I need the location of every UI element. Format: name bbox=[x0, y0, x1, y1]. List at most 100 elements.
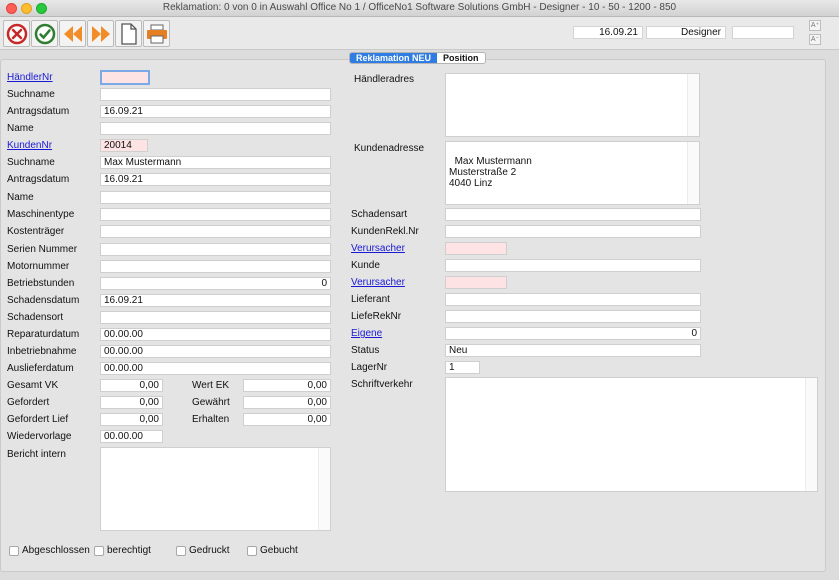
berechtigt-checkbox[interactable] bbox=[94, 546, 104, 556]
schadensart-label: Schadensart bbox=[351, 209, 408, 220]
schriftverkehr-scrollbar[interactable] bbox=[805, 378, 817, 491]
kundenadresse-scrollbar[interactable] bbox=[687, 142, 699, 204]
schadensdatum-input[interactable]: 16.09.21 bbox=[100, 294, 331, 307]
schadensdatum-label: Schadensdatum bbox=[7, 295, 80, 306]
haendleradresse-label: Händleradres bbox=[354, 74, 415, 85]
lieferant-label: Lieferant bbox=[351, 294, 390, 305]
kundenadresse-textarea[interactable]: Max Mustermann Musterstraße 2 4040 Linz bbox=[445, 141, 700, 205]
confirm-icon bbox=[34, 23, 55, 44]
toolbar: 16.09.21 Designer A⁺ A⁻ bbox=[0, 17, 839, 50]
confirm-button[interactable] bbox=[31, 20, 58, 47]
gebucht-label: Gebucht bbox=[260, 545, 298, 556]
gesamtvk-input[interactable]: 0,00 bbox=[100, 379, 163, 392]
haendlernr-input[interactable] bbox=[100, 70, 150, 85]
antragsdatum-kunde-label: Antragsdatum bbox=[7, 174, 70, 185]
maschinentype-input[interactable] bbox=[100, 208, 331, 221]
tab-position[interactable]: Position bbox=[437, 53, 485, 63]
cancel-button[interactable] bbox=[3, 20, 30, 47]
next-icon bbox=[91, 25, 110, 42]
reparaturdatum-input[interactable]: 00.00.00 bbox=[100, 328, 331, 341]
next-record-button[interactable] bbox=[87, 20, 114, 47]
betriebsstunden-input[interactable]: 0 bbox=[100, 277, 331, 290]
antragsdatum-haendler-input[interactable]: 16.09.21 bbox=[100, 105, 331, 118]
verursacher-kunde-link[interactable]: Verursacher bbox=[351, 243, 405, 255]
schadensort-label: Schadensort bbox=[7, 312, 64, 323]
lieferekn-input[interactable] bbox=[445, 310, 701, 323]
tab-bar: Reklamation NEU Position bbox=[349, 52, 486, 64]
erhalten-input[interactable]: 0,00 bbox=[243, 413, 331, 426]
motornummer-label: Motornummer bbox=[7, 261, 70, 272]
gefordert-label: Gefordert bbox=[7, 397, 50, 408]
wiedervorlage-input[interactable]: 00.00.00 bbox=[100, 430, 163, 443]
auslieferdatum-input[interactable]: 00.00.00 bbox=[100, 362, 331, 375]
gebucht-checkbox[interactable] bbox=[247, 546, 257, 556]
gefordert-input[interactable]: 0,00 bbox=[100, 396, 163, 409]
gefordertlief-input[interactable]: 0,00 bbox=[100, 413, 163, 426]
verursacher-lieferant-input[interactable] bbox=[445, 276, 507, 289]
print-button[interactable] bbox=[143, 20, 170, 47]
kundenadresse-label: Kundenadresse bbox=[354, 143, 425, 154]
abgeschlossen-label: Abgeschlossen bbox=[22, 545, 90, 556]
current-user-display: Designer bbox=[646, 26, 726, 39]
wiedervorlage-label: Wiedervorlage bbox=[7, 431, 72, 442]
wertek-label: Wert EK bbox=[192, 380, 230, 391]
auslieferdatum-label: Auslieferdatum bbox=[7, 363, 74, 374]
print-icon bbox=[146, 24, 167, 43]
bericht-intern-scrollbar[interactable] bbox=[318, 448, 330, 530]
new-document-button[interactable] bbox=[115, 20, 142, 47]
gewaehrt-label: Gewährt bbox=[192, 397, 230, 408]
gedruckt-label: Gedruckt bbox=[189, 545, 230, 556]
window-titlebar: Reklamation: 0 von 0 in Auswahl Office N… bbox=[0, 0, 839, 17]
inbetriebnahme-label: Inbetriebnahme bbox=[7, 346, 77, 357]
eigene-link[interactable]: Eigene bbox=[351, 328, 382, 340]
status-input[interactable]: Neu bbox=[445, 344, 701, 357]
font-decrease-button[interactable]: A⁻ bbox=[809, 34, 821, 45]
wertek-input[interactable]: 0,00 bbox=[243, 379, 331, 392]
berechtigt-label: berechtigt bbox=[107, 545, 151, 556]
haendlernr-link[interactable]: HändlerNr bbox=[7, 72, 53, 84]
status-label: Status bbox=[351, 345, 380, 356]
schadensart-input[interactable] bbox=[445, 208, 701, 221]
window-title: Reklamation: 0 von 0 in Auswahl Office N… bbox=[162, 2, 677, 13]
toolbar-empty-field bbox=[732, 26, 794, 39]
name-haendler-input[interactable] bbox=[100, 122, 331, 135]
bericht-intern-textarea[interactable] bbox=[100, 447, 331, 531]
lieferant-input[interactable] bbox=[445, 293, 701, 306]
gefordertlief-label: Gefordert Lief bbox=[7, 414, 69, 425]
gewaehrt-input[interactable]: 0,00 bbox=[243, 396, 331, 409]
kostentraeger-input[interactable] bbox=[100, 225, 331, 238]
previous-icon bbox=[63, 25, 82, 42]
reparaturdatum-label: Reparaturdatum bbox=[7, 329, 80, 340]
name-kunde-label: Name bbox=[7, 192, 34, 203]
antragsdatum-kunde-input[interactable]: 16.09.21 bbox=[100, 173, 331, 186]
schriftverkehr-textarea[interactable] bbox=[445, 377, 818, 492]
font-increase-button[interactable]: A⁺ bbox=[809, 20, 821, 31]
haendleradresse-scrollbar[interactable] bbox=[687, 74, 699, 136]
suchname-haendler-input[interactable] bbox=[100, 88, 331, 101]
motornummer-input[interactable] bbox=[100, 260, 331, 273]
erhalten-label: Erhalten bbox=[192, 414, 230, 425]
suchname-haendler-label: Suchname bbox=[7, 89, 55, 100]
kundennr-input[interactable]: 20014 bbox=[100, 139, 148, 152]
lagernr-label: LagerNr bbox=[351, 362, 388, 373]
previous-record-button[interactable] bbox=[59, 20, 86, 47]
kundenrekl-input[interactable] bbox=[445, 225, 701, 238]
schadensort-input[interactable] bbox=[100, 311, 331, 324]
kunde-input[interactable] bbox=[445, 259, 701, 272]
verursacher-lieferant-link[interactable]: Verursacher bbox=[351, 277, 405, 289]
haendleradresse-textarea[interactable] bbox=[445, 73, 700, 137]
seriennummer-input[interactable] bbox=[100, 243, 331, 256]
gedruckt-checkbox[interactable] bbox=[176, 546, 186, 556]
verursacher-kunde-input[interactable] bbox=[445, 242, 507, 255]
kostentraeger-label: Kostenträger bbox=[7, 226, 65, 237]
schriftverkehr-label: Schriftverkehr bbox=[351, 379, 413, 390]
suchname-kunde-input[interactable]: Max Mustermann bbox=[100, 156, 331, 169]
name-kunde-input[interactable] bbox=[100, 191, 331, 204]
eigene-input[interactable]: 0 bbox=[445, 327, 701, 340]
lagernr-input[interactable]: 1 bbox=[445, 361, 480, 374]
inbetriebnahme-input[interactable]: 00.00.00 bbox=[100, 345, 331, 358]
tab-reklamation-neu[interactable]: Reklamation NEU bbox=[350, 53, 438, 63]
kundennr-link[interactable]: KundenNr bbox=[7, 140, 52, 152]
kundenrekl-label: KundenRekl.Nr bbox=[351, 226, 419, 237]
abgeschlossen-checkbox[interactable] bbox=[9, 546, 19, 556]
